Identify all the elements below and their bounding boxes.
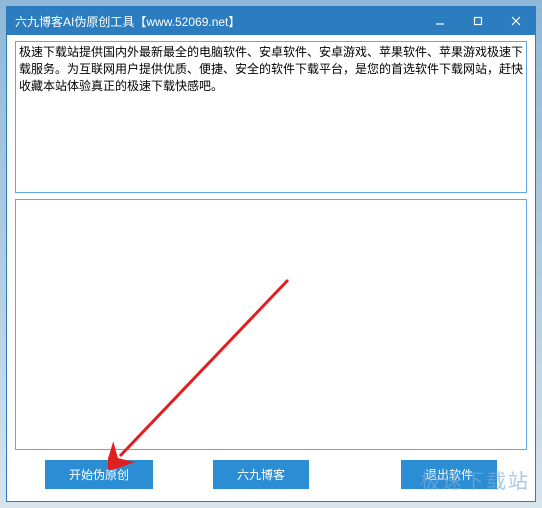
close-icon: [510, 15, 522, 27]
app-window: 六九博客AI伪原创工具【www.52069.net】: [6, 6, 536, 502]
blog-button[interactable]: 六九博客: [213, 460, 309, 489]
maximize-icon: [472, 15, 484, 27]
output-textarea[interactable]: [15, 199, 527, 450]
window-title: 六九博客AI伪原创工具【www.52069.net】: [15, 13, 240, 30]
minimize-icon: [434, 15, 446, 27]
minimize-button[interactable]: [421, 7, 459, 35]
button-row: 开始伪原创 六九博客 退出软件: [15, 456, 527, 495]
maximize-button[interactable]: [459, 7, 497, 35]
content-area: 开始伪原创 六九博客 退出软件: [7, 35, 535, 501]
titlebar: 六九博客AI伪原创工具【www.52069.net】: [7, 7, 535, 35]
close-button[interactable]: [497, 7, 535, 35]
titlebar-buttons: [421, 7, 535, 35]
input-textarea[interactable]: [15, 41, 527, 193]
start-button[interactable]: 开始伪原创: [45, 460, 153, 489]
exit-button[interactable]: 退出软件: [401, 460, 497, 489]
